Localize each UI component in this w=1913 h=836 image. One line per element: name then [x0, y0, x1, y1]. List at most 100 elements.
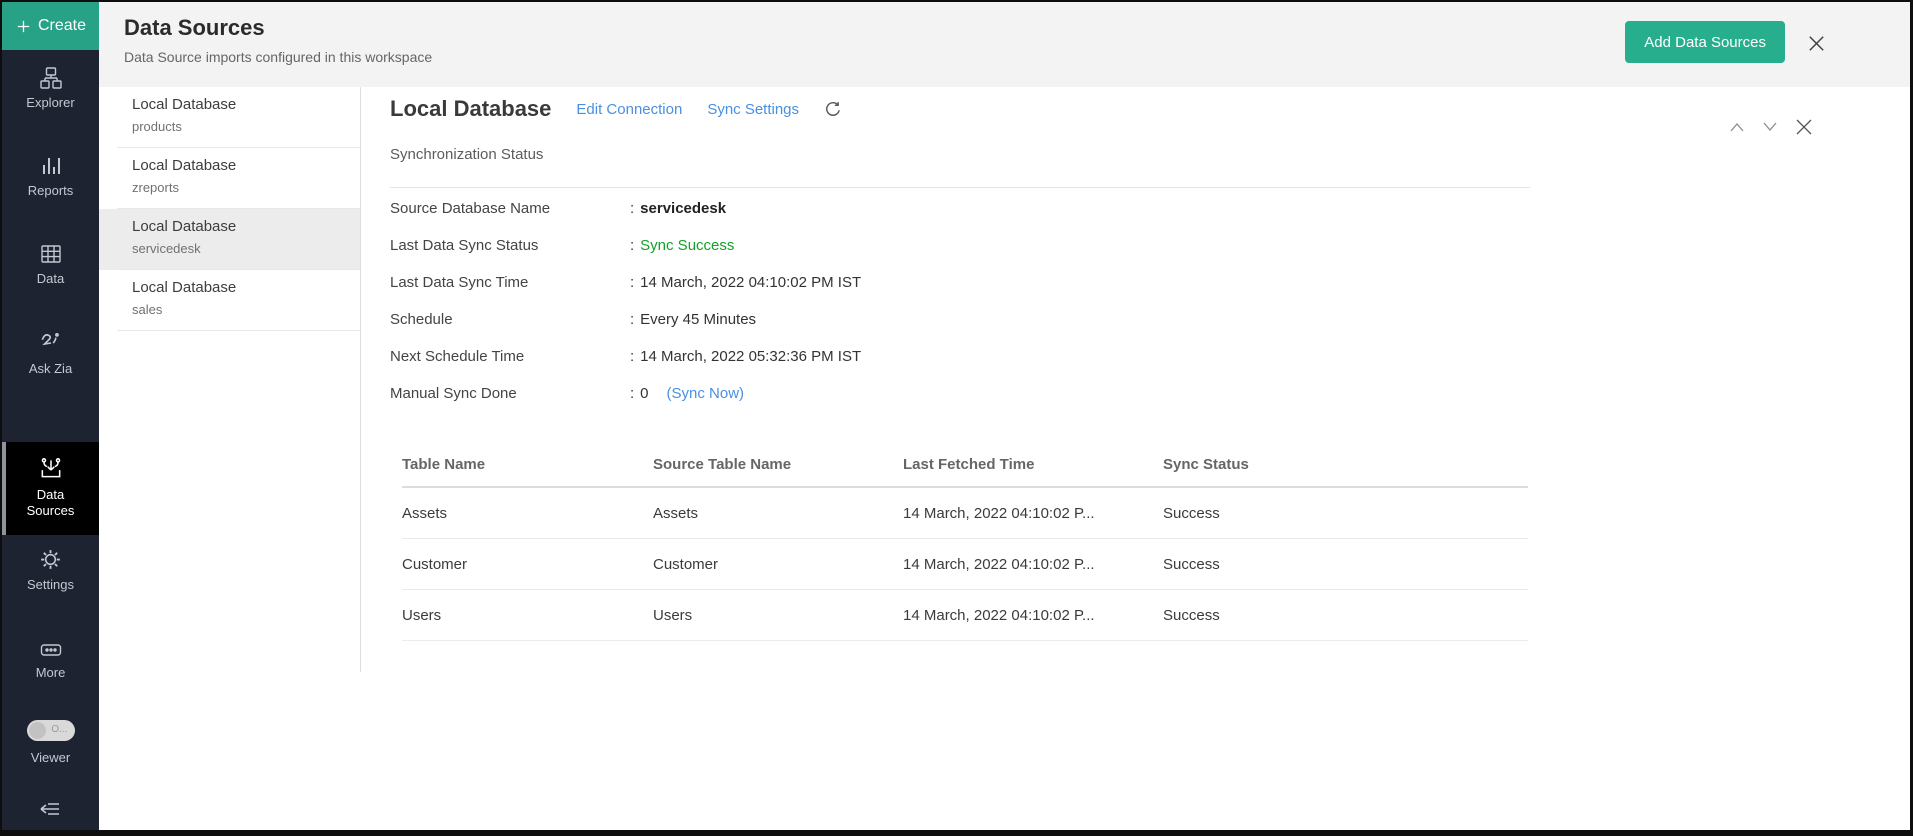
- viewer-label: Viewer: [2, 750, 99, 766]
- detail-panel: Local Database Edit Connection Sync Sett…: [361, 87, 1910, 830]
- colon: :: [630, 348, 634, 365]
- sidebar-item-data-sources[interactable]: Data Sources: [2, 442, 99, 535]
- tables-sync-table: Table Name Source Table Name Last Fetche…: [402, 442, 1528, 641]
- field-value: : 14 March, 2022 05:32:36 PM IST: [630, 348, 861, 365]
- field-value: : 14 March, 2022 04:10:02 PM IST: [630, 274, 861, 291]
- field-label: Last Data Sync Status: [390, 237, 630, 254]
- sidebar-item-settings[interactable]: Settings: [2, 547, 99, 593]
- colon: :: [630, 274, 634, 291]
- detail-title: Local Database: [390, 96, 551, 122]
- viewer-switch-block: O... Viewer: [2, 720, 99, 766]
- section-title: Synchronization Status: [390, 146, 543, 163]
- data-source-list: Local Database products Local Database z…: [99, 87, 360, 830]
- app-window: Create Explorer Reports Data Ask Zia: [0, 0, 1913, 836]
- previous-source-button[interactable]: [1728, 120, 1746, 134]
- source-title: Local Database: [132, 96, 360, 113]
- cell-source-table-name: Assets: [653, 505, 903, 522]
- source-subtitle: servicedesk: [132, 241, 360, 256]
- field-value: : Sync Success: [630, 237, 734, 254]
- data-source-list-item[interactable]: Local Database servicedesk: [99, 209, 360, 270]
- viewer-toggle[interactable]: O...: [27, 720, 75, 741]
- field-value-text: 14 March, 2022 04:10:02 PM IST: [640, 274, 861, 291]
- field-label: Schedule: [390, 311, 630, 328]
- sidebar-item-label: Settings: [2, 577, 99, 593]
- edit-connection-link[interactable]: Edit Connection: [576, 101, 682, 118]
- cell-sync-status: Success: [1163, 505, 1528, 522]
- table-row: Customer Customer 14 March, 2022 04:10:0…: [402, 539, 1528, 590]
- column-header: Sync Status: [1163, 456, 1528, 473]
- colon: :: [630, 385, 634, 402]
- field-row: Schedule : Every 45 Minutes: [390, 301, 861, 338]
- table-row: Assets Assets 14 March, 2022 04:10:02 P.…: [402, 488, 1528, 539]
- source-title: Local Database: [132, 279, 360, 296]
- zia-icon: [2, 330, 99, 356]
- sidebar-item-label: Data Sources: [2, 487, 99, 519]
- sidebar-item-label: Reports: [2, 183, 99, 199]
- data-source-list-item[interactable]: Local Database zreports: [99, 148, 360, 209]
- add-data-sources-button[interactable]: Add Data Sources: [1625, 21, 1785, 63]
- column-header: Last Fetched Time: [903, 456, 1163, 473]
- field-row: Last Data Sync Time : 14 March, 2022 04:…: [390, 264, 861, 301]
- column-header: Source Table Name: [653, 456, 903, 473]
- field-value: : Every 45 Minutes: [630, 311, 756, 328]
- table-row: Users Users 14 March, 2022 04:10:02 P...…: [402, 590, 1528, 641]
- collapse-sidebar-button[interactable]: [2, 798, 99, 820]
- data-icon: [2, 242, 99, 266]
- toggle-knob: [29, 722, 46, 739]
- page-subtitle: Data Source imports configured in this w…: [124, 49, 432, 65]
- source-title: Local Database: [132, 157, 360, 174]
- cell-source-table-name: Customer: [653, 556, 903, 573]
- field-label: Next Schedule Time: [390, 348, 630, 365]
- sync-settings-link[interactable]: Sync Settings: [707, 101, 799, 118]
- chevron-up-icon: [1728, 120, 1746, 134]
- cell-table-name: Users: [402, 607, 653, 624]
- sidebar-item-explorer[interactable]: Explorer: [2, 66, 99, 111]
- next-source-button[interactable]: [1761, 120, 1779, 134]
- cell-source-table-name: Users: [653, 607, 903, 624]
- colon: :: [630, 237, 634, 254]
- create-button[interactable]: Create: [2, 2, 99, 50]
- sidebar-item-label: Explorer: [2, 95, 99, 111]
- source-subtitle: sales: [132, 302, 360, 317]
- field-value: : 0 (Sync Now): [630, 385, 744, 402]
- sidebar-item-data[interactable]: Data: [2, 242, 99, 287]
- toggle-state-label: O...: [51, 724, 67, 735]
- sidebar-item-label: More: [2, 665, 99, 681]
- source-subtitle: products: [132, 119, 360, 134]
- detail-header-row: Local Database Edit Connection Sync Sett…: [390, 96, 842, 122]
- sync-now-link[interactable]: (Sync Now): [667, 385, 745, 402]
- reports-icon: [2, 154, 99, 178]
- cell-sync-status: Success: [1163, 607, 1528, 624]
- cell-last-fetched-time: 14 March, 2022 04:10:02 P...: [903, 607, 1163, 624]
- data-sources-icon: [2, 456, 99, 482]
- table-header-row: Table Name Source Table Name Last Fetche…: [402, 442, 1528, 488]
- sidebar-item-ask-zia[interactable]: Ask Zia: [2, 330, 99, 377]
- plus-icon: [15, 18, 32, 35]
- colon: :: [630, 311, 634, 328]
- data-source-list-item[interactable]: Local Database sales: [99, 270, 360, 331]
- source-title: Local Database: [132, 218, 360, 235]
- field-label: Source Database Name: [390, 200, 630, 217]
- sidebar-item-reports[interactable]: Reports: [2, 154, 99, 199]
- sidebar-item-more[interactable]: More: [2, 640, 99, 681]
- field-row: Last Data Sync Status : Sync Success: [390, 227, 861, 264]
- cell-last-fetched-time: 14 March, 2022 04:10:02 P...: [903, 556, 1163, 573]
- close-icon: [1805, 32, 1828, 55]
- section-divider: [390, 187, 1530, 188]
- field-value-text: Sync Success: [640, 237, 734, 254]
- close-detail-button[interactable]: [1794, 117, 1814, 137]
- cell-table-name: Customer: [402, 556, 653, 573]
- sidebar-item-label: Ask Zia: [2, 361, 99, 377]
- data-source-list-item[interactable]: Local Database products: [99, 87, 360, 148]
- close-icon: [1794, 117, 1814, 137]
- close-page-button[interactable]: [1805, 32, 1828, 55]
- field-value-text: Every 45 Minutes: [640, 311, 756, 328]
- field-label: Last Data Sync Time: [390, 274, 630, 291]
- settings-icon: [2, 547, 99, 572]
- field-row: Manual Sync Done : 0 (Sync Now): [390, 375, 861, 412]
- explorer-icon: [2, 66, 99, 90]
- refresh-icon[interactable]: [823, 100, 842, 119]
- source-subtitle: zreports: [132, 180, 360, 195]
- cell-last-fetched-time: 14 March, 2022 04:10:02 P...: [903, 505, 1163, 522]
- page-header: Data Sources Data Source imports configu…: [99, 2, 1910, 88]
